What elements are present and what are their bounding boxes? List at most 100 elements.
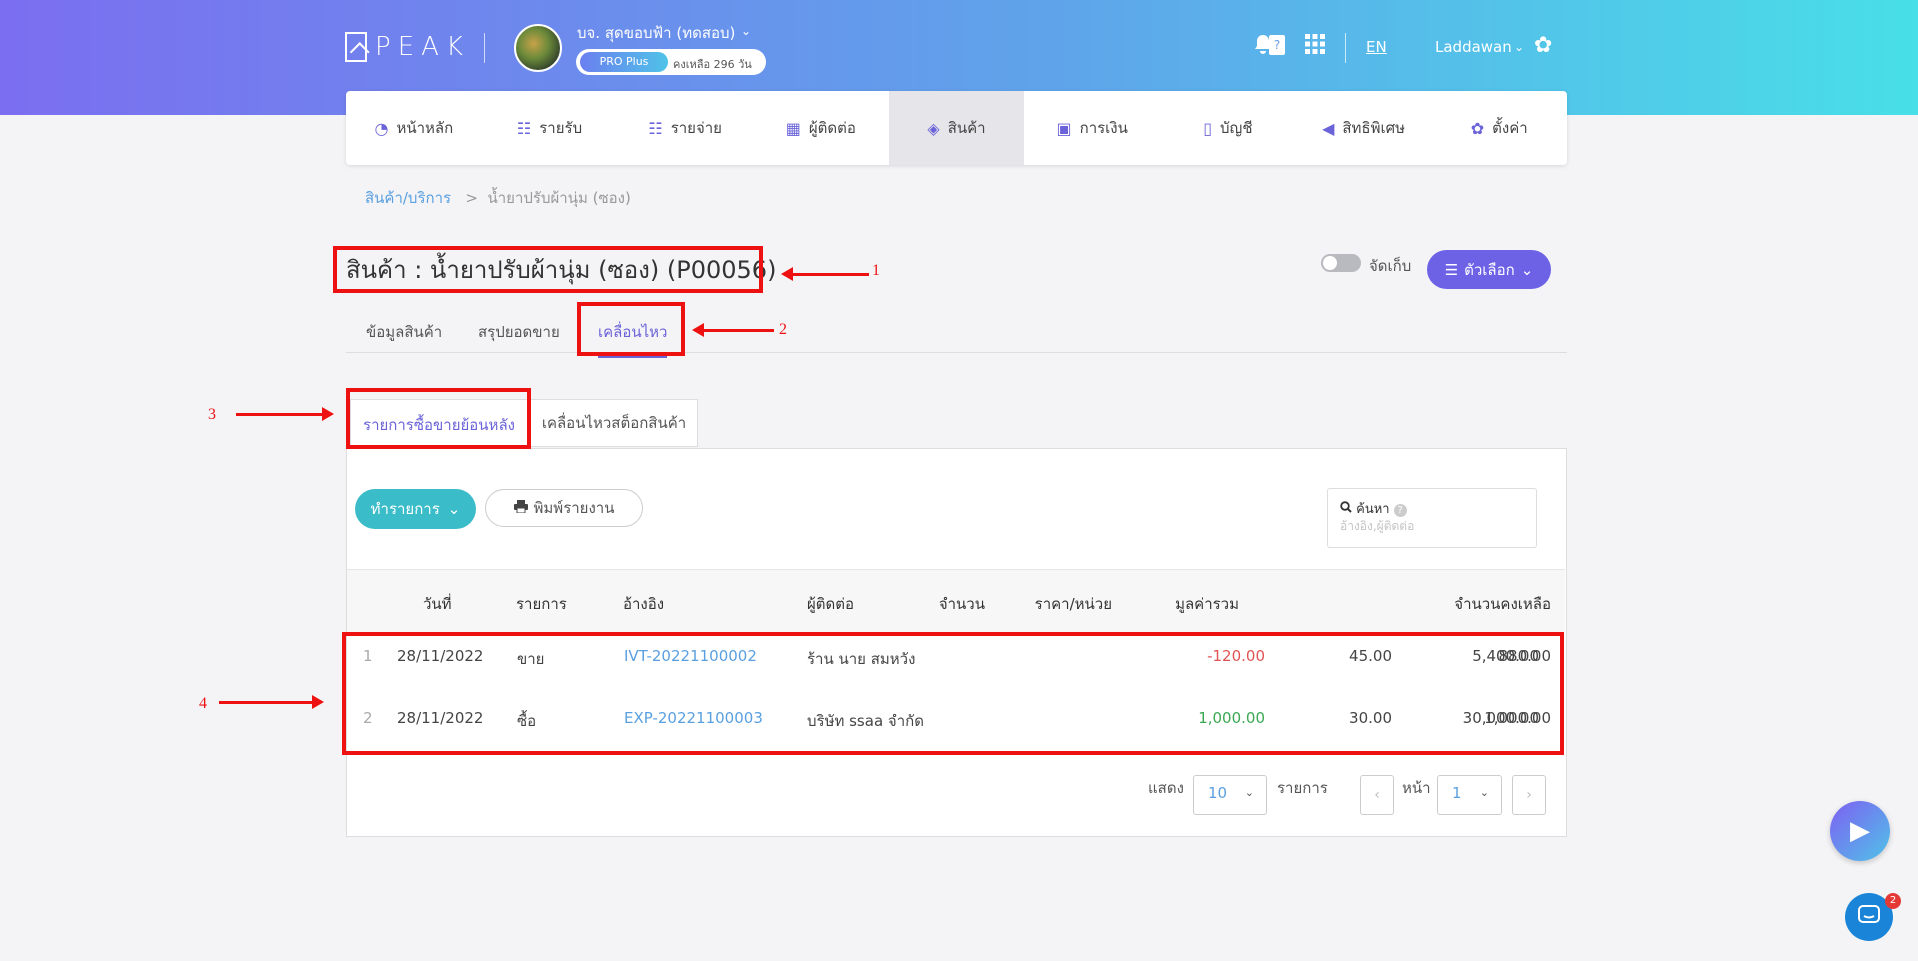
nav-label: รายรับ bbox=[539, 119, 583, 137]
nav-label: สิทธิพิเศษ bbox=[1342, 119, 1405, 137]
annotation-number-2: 2 bbox=[779, 321, 787, 338]
nav-income[interactable]: ☷ รายรับ bbox=[482, 91, 618, 165]
chevron-down-icon: ⌄ bbox=[1520, 260, 1534, 279]
col-quantity[interactable]: จำนวน bbox=[939, 592, 985, 616]
nav-label: รายจ่าย bbox=[670, 119, 722, 137]
search-label-text: ค้นหา bbox=[1356, 502, 1390, 517]
annotation-box-2 bbox=[577, 302, 685, 356]
page-select[interactable]: 1 ⌄ bbox=[1437, 775, 1502, 815]
company-name[interactable]: บจ. สุดขอบฟ้า (ทดสอบ) bbox=[577, 21, 735, 45]
make-transaction-label: ทำรายการ bbox=[370, 500, 440, 518]
megaphone-icon: ◀ bbox=[1322, 118, 1335, 138]
logo-text: PEAK bbox=[375, 32, 470, 62]
nav-privileges[interactable]: ◀ สิทธิพิเศษ bbox=[1296, 91, 1432, 165]
help-book-icon[interactable]: ? bbox=[1268, 34, 1286, 61]
tab-sales-summary[interactable]: สรุปยอดขาย bbox=[478, 320, 560, 344]
apps-grid-icon[interactable] bbox=[1305, 34, 1325, 59]
annotation-box-4 bbox=[342, 632, 1564, 755]
breadcrumb-root[interactable]: สินค้า/บริการ bbox=[365, 189, 451, 207]
logo-mark-icon bbox=[345, 32, 368, 62]
chevron-down-icon: ⌄ bbox=[1479, 786, 1489, 799]
nav-contacts[interactable]: ▦ ผู้ติดต่อ bbox=[753, 91, 889, 165]
annotation-number-1: 1 bbox=[872, 262, 880, 279]
options-label: ตัวเลือก bbox=[1464, 260, 1515, 279]
menu-icon: ☰ bbox=[1444, 260, 1459, 279]
annotation-arrow-2 bbox=[692, 323, 774, 337]
plan-badge: PRO Plus คงเหลือ 296 วัน bbox=[576, 49, 766, 75]
show-label: แสดง bbox=[1148, 779, 1184, 797]
company-avatar[interactable] bbox=[514, 24, 562, 72]
search-label: ค้นหา? bbox=[1340, 498, 1407, 519]
language-switch[interactable]: EN bbox=[1366, 38, 1387, 56]
play-video-button[interactable]: ▶ bbox=[1830, 801, 1890, 861]
page-size-select[interactable]: 10 ⌄ bbox=[1193, 775, 1267, 815]
table-header: วันที่ รายการ อ้างอิง ผู้ติดต่อ จำนวน รา… bbox=[347, 569, 1565, 633]
print-report-label: พิมพ์รายงาน bbox=[533, 499, 615, 517]
prev-page-button[interactable]: ‹ bbox=[1360, 775, 1394, 815]
product-tabs: ข้อมูลสินค้า สรุปยอดขาย เคลื่อนไหว bbox=[346, 310, 1567, 358]
book-icon: ▯ bbox=[1203, 118, 1213, 138]
breadcrumb: สินค้า/บริการ > น้ำยาปรับผ้านุ่ม (ซอง) bbox=[365, 186, 631, 210]
nav-dashboard[interactable]: ◔ หน้าหลัก bbox=[346, 91, 482, 165]
nav-label: การเงิน bbox=[1079, 119, 1128, 137]
play-icon: ▶ bbox=[1850, 816, 1870, 846]
page-label: หน้า bbox=[1402, 779, 1431, 797]
breadcrumb-current: น้ำยาปรับผ้านุ่ม (ซอง) bbox=[487, 189, 631, 207]
income-icon: ☷ bbox=[516, 118, 532, 138]
user-name[interactable]: Laddawan bbox=[1435, 38, 1512, 56]
nav-settings[interactable]: ✿ ตั้งค่า bbox=[1431, 91, 1567, 165]
annotation-arrow-3 bbox=[236, 407, 334, 421]
col-contact[interactable]: ผู้ติดต่อ bbox=[807, 592, 854, 616]
dashboard-icon: ◔ bbox=[374, 118, 389, 138]
nav-label: สินค้า bbox=[947, 119, 986, 137]
gear-icon: ✿ bbox=[1470, 118, 1485, 138]
page-value: 1 bbox=[1452, 784, 1462, 802]
nav-finance[interactable]: ▣ การเงิน bbox=[1024, 91, 1160, 165]
col-total-value[interactable]: มูลค่ารวม bbox=[1175, 592, 1239, 616]
peak-logo[interactable]: PEAK bbox=[345, 31, 470, 63]
col-date[interactable]: วันที่ bbox=[423, 592, 452, 616]
subtab-stock-movement[interactable]: เคลื่อนไหวสต็อกสินค้า bbox=[530, 399, 698, 447]
contacts-icon: ▦ bbox=[785, 118, 801, 138]
annotation-arrow-4 bbox=[219, 695, 324, 709]
nav-accounting[interactable]: ▯ บัญชี bbox=[1160, 91, 1296, 165]
search-icon bbox=[1340, 501, 1356, 517]
search-input[interactable] bbox=[1340, 519, 1525, 533]
items-label: รายการ bbox=[1277, 779, 1328, 797]
chevron-down-icon: ⌄ bbox=[447, 500, 461, 518]
box-icon: ◈ bbox=[927, 118, 940, 138]
chevron-down-icon[interactable]: ⌄ bbox=[741, 24, 751, 38]
chat-unread-badge: 2 bbox=[1885, 893, 1901, 909]
nav-label: หน้าหลัก bbox=[396, 119, 454, 137]
nav-label: ตั้งค่า bbox=[1492, 119, 1528, 137]
chevron-down-icon[interactable]: ⌄ bbox=[1514, 40, 1524, 54]
chat-icon bbox=[1858, 904, 1880, 930]
nav-expense[interactable]: ☷ รายจ่าย bbox=[617, 91, 753, 165]
annotation-box-3 bbox=[346, 388, 531, 449]
col-type[interactable]: รายการ bbox=[516, 592, 567, 616]
annotation-box-1 bbox=[333, 246, 763, 293]
options-button[interactable]: ☰ ตัวเลือก ⌄ bbox=[1427, 250, 1551, 289]
col-balance[interactable]: จำนวนคงเหลือ bbox=[1454, 592, 1551, 616]
header-divider bbox=[484, 33, 485, 63]
print-report-button[interactable]: พิมพ์รายงาน bbox=[485, 489, 643, 527]
tab-product-info[interactable]: ข้อมูลสินค้า bbox=[366, 320, 442, 344]
archive-toggle[interactable] bbox=[1321, 254, 1361, 272]
col-unit-price[interactable]: ราคา/หน่วย bbox=[1035, 592, 1112, 616]
col-reference[interactable]: อ้างอิง bbox=[623, 592, 664, 616]
chevron-down-icon: ⌄ bbox=[1244, 786, 1254, 799]
nav-products[interactable]: ◈ สินค้า bbox=[888, 91, 1025, 165]
archive-label: จัดเก็บ bbox=[1369, 257, 1412, 275]
svg-text:?: ? bbox=[1274, 38, 1280, 52]
header-divider bbox=[1345, 33, 1346, 63]
user-avatar[interactable]: ✿ bbox=[1534, 33, 1564, 63]
money-icon: ▣ bbox=[1056, 118, 1072, 138]
plan-days-left: คงเหลือ 296 วัน bbox=[673, 58, 752, 71]
main-nav: ◔ หน้าหลัก ☷ รายรับ ☷ รายจ่าย ▦ ผู้ติดต่อ ◈ ส… bbox=[346, 91, 1567, 165]
nav-label: บัญชี bbox=[1220, 119, 1253, 137]
help-icon[interactable]: ? bbox=[1393, 504, 1407, 517]
expense-icon: ☷ bbox=[648, 118, 663, 138]
breadcrumb-separator: > bbox=[465, 189, 478, 207]
next-page-button[interactable]: › bbox=[1512, 775, 1546, 815]
make-transaction-button[interactable]: ทำรายการ ⌄ bbox=[355, 489, 476, 529]
